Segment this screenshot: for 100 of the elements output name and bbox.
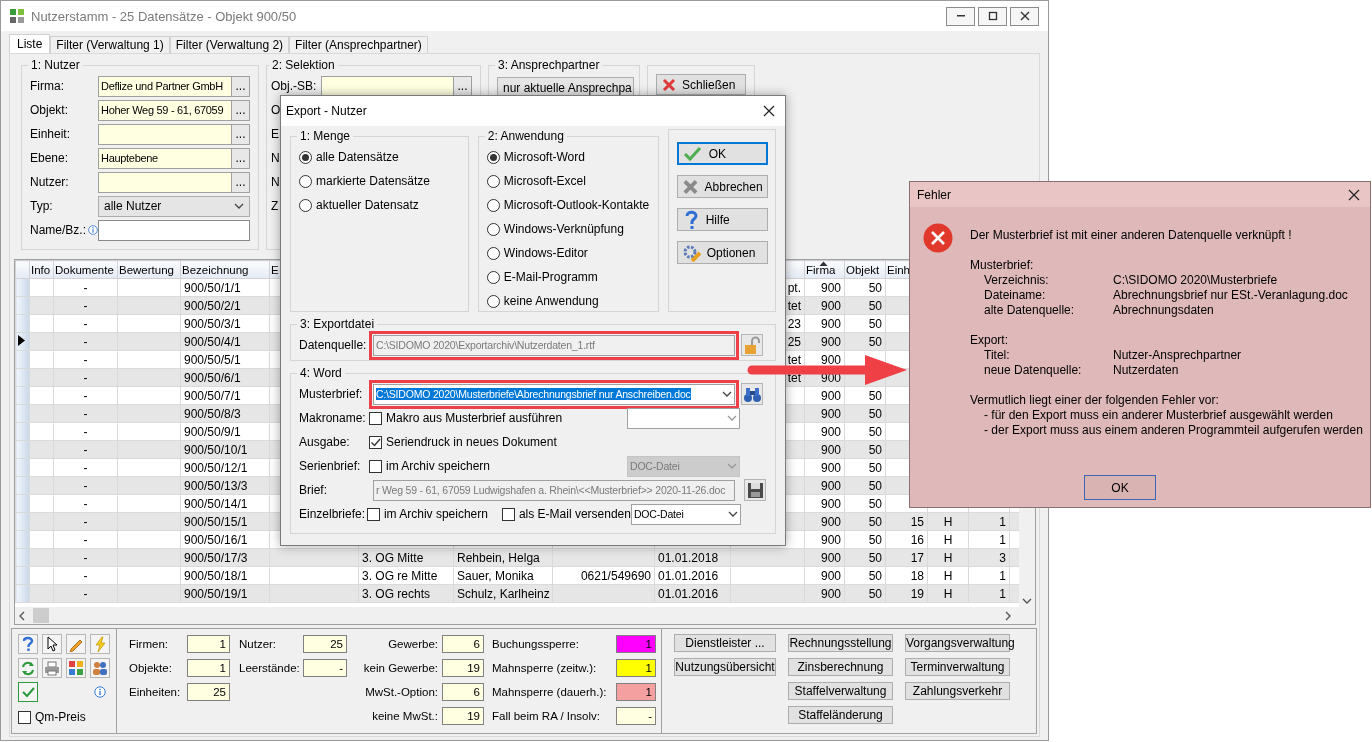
scroll-thumb[interactable] — [33, 608, 49, 623]
radio-button[interactable] — [486, 174, 500, 188]
tab[interactable]: Filter (Verwaltung 2) — [169, 36, 290, 53]
checkbox[interactable] — [366, 507, 380, 521]
checkbox[interactable] — [18, 710, 31, 724]
radio-button[interactable] — [299, 150, 312, 164]
radio-button[interactable] — [299, 198, 312, 212]
checkbox[interactable] — [501, 507, 515, 521]
input-field[interactable] — [98, 123, 231, 145]
chevron-down-icon — [727, 415, 737, 421]
toggle-checkbox[interactable] — [18, 682, 38, 702]
checkbox[interactable] — [369, 435, 382, 449]
close-button[interactable] — [1010, 6, 1039, 26]
field-label: Firma: — [30, 79, 64, 93]
browse-button[interactable]: ... — [231, 147, 250, 169]
action-button[interactable]: Terminverwaltung — [905, 658, 1010, 676]
save-icon — [745, 480, 765, 500]
search-button[interactable] — [741, 383, 763, 405]
table-cell: - — [53, 386, 118, 405]
chevron-left-icon — [19, 610, 25, 621]
count-field: 19 — [442, 659, 484, 677]
chevron-down-icon — [234, 203, 244, 209]
field-label: Z — [271, 199, 279, 213]
info-icon — [94, 686, 106, 698]
dropdown[interactable] — [627, 407, 740, 429]
detail-label: Dateiname: — [984, 288, 1047, 303]
lock-button[interactable] — [741, 334, 763, 356]
input-field[interactable]: Hauptebene — [98, 147, 231, 169]
radio-label: Microsoft-Word — [503, 150, 585, 164]
action-button[interactable]: Zahlungsverkehr — [905, 682, 1010, 700]
action-button[interactable]: Zinsberechnung — [788, 658, 893, 676]
radio-button[interactable] — [486, 222, 500, 236]
input-field[interactable]: Deflize und Partner GmbH — [98, 75, 231, 97]
input-field[interactable] — [321, 75, 453, 97]
dialog-button[interactable]: Hilfe — [676, 208, 768, 231]
dialog-button[interactable]: Abbrechen — [676, 175, 768, 198]
browse-button[interactable]: ... — [453, 75, 472, 97]
section-heading: Musterbrief: — [970, 258, 1035, 273]
chevron-down-icon — [727, 463, 737, 469]
radio-button[interactable] — [486, 150, 500, 164]
radio-button[interactable] — [486, 246, 500, 260]
count-field: - — [616, 707, 656, 725]
field-label: Einzelbriefe: — [299, 507, 367, 521]
field-label: Ebene: — [30, 151, 69, 165]
radio-button[interactable] — [299, 174, 312, 188]
table-cell: - — [53, 494, 118, 513]
action-button[interactable]: Staffeländerung — [788, 706, 893, 724]
table-cell: 900/50/9/1 — [180, 422, 270, 441]
action-button[interactable]: Nutzungsübersicht — [674, 658, 776, 676]
horizontal-scrollbar[interactable] — [15, 607, 1035, 624]
table-cell: 50 — [844, 530, 886, 549]
table-cell: 18 — [885, 566, 928, 585]
toolbar-button[interactable] — [42, 634, 62, 654]
radio-button[interactable] — [486, 270, 500, 284]
checkbox-label: Qm-Preis — [35, 710, 86, 724]
save-button[interactable] — [744, 479, 766, 501]
radio-button[interactable] — [486, 198, 500, 212]
table-cell: 900/50/12/1 — [180, 458, 270, 477]
count-field: 19 — [442, 707, 484, 725]
tab[interactable]: Filter (Ansprechpartner) — [289, 36, 428, 53]
dropdown[interactable]: C:\SIDOMO 2020\Musterbriefe\Abrechnungsbrief nur Anschreiben.doc — [373, 383, 735, 405]
tab[interactable]: Filter (Verwaltung 1) — [50, 36, 170, 53]
count-field: 6 — [442, 683, 484, 701]
dialog-button[interactable]: Optionen — [676, 241, 768, 264]
browse-button[interactable]: ... — [231, 75, 250, 97]
input-field[interactable] — [98, 171, 231, 193]
error-message: Der Musterbrief ist mit einer anderen Datenquelle verknüpft ! — [970, 228, 1293, 243]
action-button[interactable]: Rechnungsstellung — [788, 634, 893, 652]
radio-button[interactable] — [486, 294, 500, 308]
table-cell: 50 — [844, 278, 886, 297]
table-cell: - — [53, 530, 118, 549]
group-title: 1: Nutzer — [30, 58, 81, 72]
table-cell: 1 — [968, 566, 1010, 585]
input-field[interactable]: Hoher Weg 59 - 61, 67059 — [98, 99, 231, 121]
tab[interactable]: Liste — [9, 34, 51, 53]
browse-button[interactable]: ... — [231, 123, 250, 145]
action-button[interactable]: Dienstleister ... — [674, 634, 776, 652]
close-button[interactable]: Schließen — [656, 74, 746, 95]
field-label: Datenquelle: — [299, 338, 368, 352]
dropdown[interactable]: DOC-Datei — [631, 503, 741, 525]
maximize-button[interactable] — [978, 6, 1007, 26]
table-cell: 900/50/14/1 — [180, 494, 270, 513]
field-label: Musterbrief: — [299, 387, 364, 401]
table-cell: 16 — [885, 530, 928, 549]
checkbox[interactable] — [369, 459, 382, 473]
ok-button[interactable]: OK — [1084, 475, 1156, 500]
detail-value: Nutzerdaten — [1113, 363, 1180, 378]
checkbox[interactable] — [369, 411, 382, 425]
dialog-button[interactable]: OK — [676, 142, 768, 165]
browse-button[interactable]: ... — [231, 171, 250, 193]
table-cell: 50 — [844, 386, 886, 405]
column-header[interactable]: E — [271, 263, 279, 276]
action-button[interactable]: Staffelverwaltung — [788, 682, 893, 700]
detail-value: C:\SIDOMO 2020\Musterbriefe — [1113, 273, 1279, 288]
count-label: Gewerbe: — [387, 637, 438, 652]
browse-button[interactable]: ... — [231, 99, 250, 121]
input-field[interactable] — [98, 219, 250, 241]
dropdown[interactable]: alle Nutzer — [98, 195, 250, 217]
radio-label: Microsoft-Outlook-Kontakte — [503, 198, 650, 212]
window-title: Nutzerstamm - 25 Datensätze - Objekt 900/50 — [31, 8, 297, 24]
